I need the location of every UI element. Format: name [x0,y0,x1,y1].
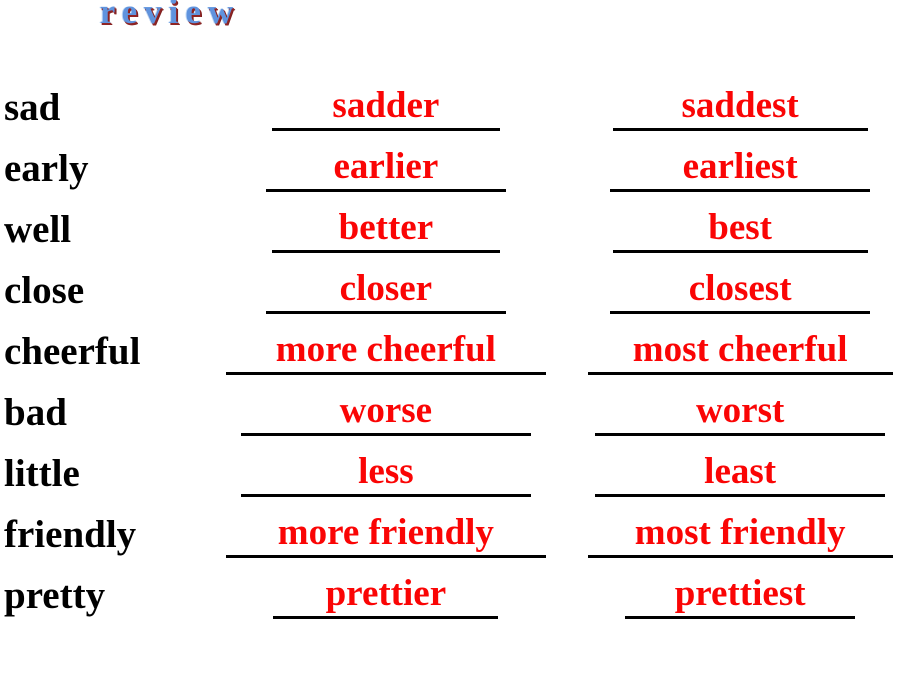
comparative-cell[interactable]: more cheerful [211,314,560,375]
comparative-blank[interactable]: worse [240,389,531,436]
base-word-cell: cheerful [0,314,211,375]
base-word: bad [4,391,67,434]
base-word-cell: bad [0,375,211,436]
superlative-blank[interactable]: earliest [610,145,871,192]
comparative-cell[interactable]: less [211,436,560,497]
slide-title-text: review [99,0,241,31]
base-word-cell: early [0,131,211,192]
comparative-cell[interactable]: worse [211,375,560,436]
table-row: friendly more friendly most friendly [0,497,920,558]
comparative-cell[interactable]: earlier [211,131,560,192]
base-word: friendly [4,513,137,556]
comparative-answer: less [358,451,414,492]
superlative-cell[interactable]: least [560,436,920,497]
base-word: well [4,208,72,251]
superlative-cell[interactable]: prettiest [560,558,920,619]
comparative-answer: more friendly [277,512,494,553]
base-word: pretty [4,574,106,617]
slide-title: review [55,0,285,37]
base-word-cell: sad [0,70,211,131]
comparative-answer: more cheerful [275,329,496,370]
table-row: early earlier earliest [0,131,920,192]
superlative-blank[interactable]: worst [595,389,886,436]
comparative-blank[interactable]: better [271,206,500,253]
superlative-blank[interactable]: least [595,450,886,497]
superlative-cell[interactable]: most cheerful [560,314,920,375]
table-row: sad sadder saddest [0,70,920,131]
base-word-cell: well [0,192,211,253]
superlative-answer: saddest [681,85,799,126]
comparative-cell[interactable]: more friendly [211,497,560,558]
slide-canvas: review sad sadder saddest early earlier … [0,0,920,690]
comparative-blank[interactable]: earlier [265,145,506,192]
superlative-answer: best [708,207,772,248]
comparative-answer: earlier [333,146,439,187]
comparative-cell[interactable]: prettier [211,558,560,619]
superlative-blank[interactable]: most friendly [587,511,893,558]
superlative-answer: least [704,451,777,492]
base-word-cell: little [0,436,211,497]
superlative-answer: most friendly [634,512,846,553]
adjective-comparison-table: sad sadder saddest early earlier earlies… [0,70,920,619]
comparative-blank[interactable]: closer [265,267,506,314]
comparative-answer: closer [339,268,433,309]
comparative-blank[interactable]: more cheerful [225,328,546,375]
base-word: sad [4,86,61,129]
comparative-answer: prettier [325,573,447,614]
superlative-blank[interactable]: saddest [612,84,868,131]
base-word-cell: pretty [0,558,211,619]
superlative-blank[interactable]: prettiest [625,572,856,619]
comparative-cell[interactable]: closer [211,253,560,314]
superlative-cell[interactable]: worst [560,375,920,436]
base-word: cheerful [4,330,141,373]
table-row: pretty prettier prettiest [0,558,920,619]
superlative-cell[interactable]: earliest [560,131,920,192]
comparative-blank[interactable]: less [240,450,531,497]
comparative-cell[interactable]: better [211,192,560,253]
superlative-cell[interactable]: most friendly [560,497,920,558]
superlative-blank[interactable]: closest [610,267,871,314]
comparative-blank[interactable]: prettier [273,572,499,619]
table-row: well better best [0,192,920,253]
base-word-cell: close [0,253,211,314]
table-row: little less least [0,436,920,497]
superlative-cell[interactable]: best [560,192,920,253]
superlative-blank[interactable]: most cheerful [587,328,893,375]
comparative-answer: better [338,207,434,248]
superlative-answer: earliest [682,146,798,187]
table-row: cheerful more cheerful most cheerful [0,314,920,375]
comparative-answer: worse [339,390,433,431]
base-word: early [4,147,89,190]
table-row: bad worse worst [0,375,920,436]
table-row: close closer closest [0,253,920,314]
base-word: close [4,269,85,312]
superlative-cell[interactable]: closest [560,253,920,314]
superlative-answer: closest [688,268,792,309]
superlative-answer: most cheerful [632,329,848,370]
comparative-answer: sadder [332,85,440,126]
superlative-cell[interactable]: saddest [560,70,920,131]
comparative-blank[interactable]: sadder [271,84,500,131]
comparative-blank[interactable]: more friendly [225,511,546,558]
superlative-answer: prettiest [674,573,806,614]
base-word-cell: friendly [0,497,211,558]
superlative-answer: worst [695,390,785,431]
base-word: little [4,452,80,495]
comparative-cell[interactable]: sadder [211,70,560,131]
superlative-blank[interactable]: best [612,206,868,253]
